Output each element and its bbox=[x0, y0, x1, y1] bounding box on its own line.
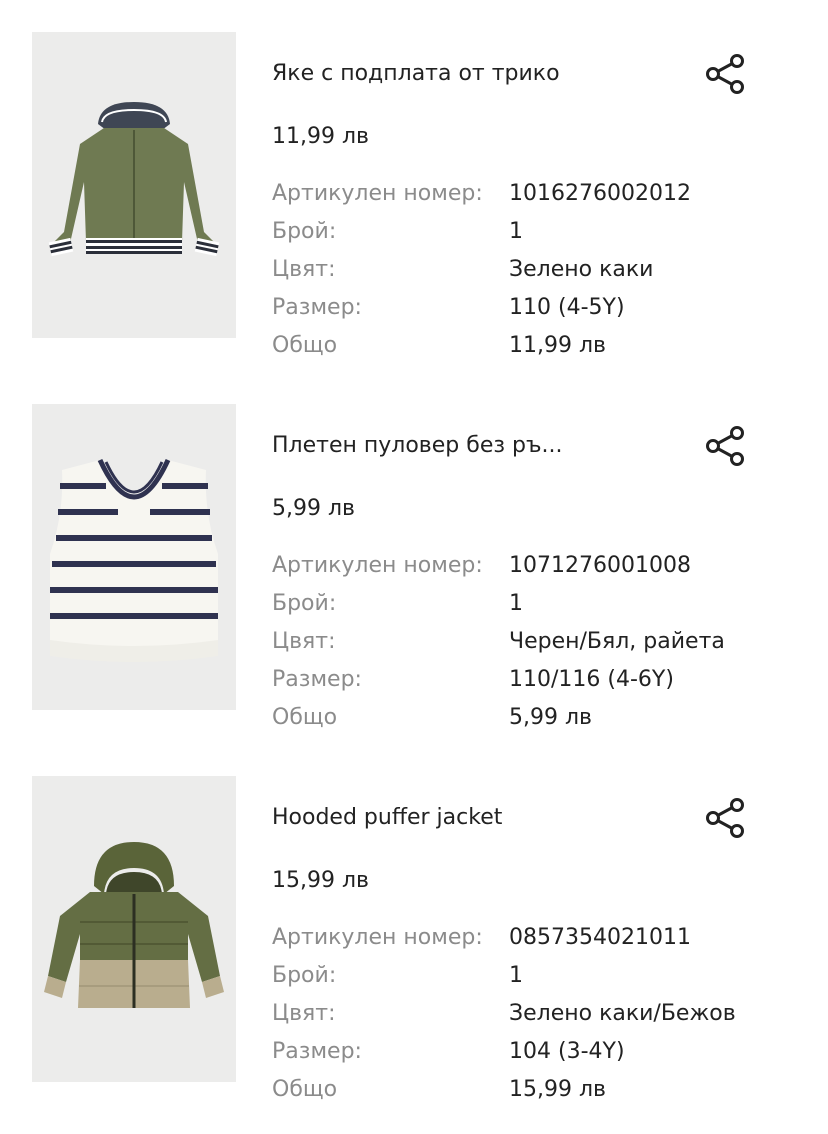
detail-value: 5,99 лв bbox=[509, 705, 593, 730]
product-price: 5,99 лв bbox=[272, 496, 356, 521]
detail-value: 1071276001008 bbox=[509, 553, 691, 578]
detail-row-total: Общо 5,99 лв bbox=[272, 702, 792, 740]
share-button[interactable] bbox=[700, 48, 752, 100]
detail-row-color: Цвят: Зелено каки/Бежов bbox=[272, 998, 792, 1036]
detail-row-quantity: Брой: 1 bbox=[272, 960, 792, 998]
list-item: Яке с подплата от трико 11,99 лв Артикул… bbox=[0, 32, 828, 358]
detail-value: 1 bbox=[509, 591, 523, 616]
list-item: Плетен пуловер без ръ... 5,99 лв Артикул… bbox=[0, 404, 828, 730]
detail-value: 11,99 лв bbox=[509, 333, 607, 358]
order-items-list: Яке с подплата от трико 11,99 лв Артикул… bbox=[0, 0, 828, 1134]
product-image[interactable] bbox=[32, 776, 236, 1082]
detail-row-color: Цвят: Зелено каки bbox=[272, 254, 792, 292]
product-details: Артикулен номер: 1071276001008 Брой: 1 Ц… bbox=[272, 550, 792, 740]
product-details: Артикулен номер: 0857354021011 Брой: 1 Ц… bbox=[272, 922, 792, 1112]
detail-row-size: Размер: 110/116 (4-6Y) bbox=[272, 664, 792, 702]
detail-label: Артикулен номер: bbox=[272, 181, 483, 206]
product-name[interactable]: Hooded puffer jacket bbox=[272, 804, 672, 832]
product-image[interactable] bbox=[32, 404, 236, 710]
puffer-jacket-image bbox=[32, 776, 236, 1082]
detail-label: Брой: bbox=[272, 963, 337, 988]
product-details: Артикулен номер: 1016276002012 Брой: 1 Ц… bbox=[272, 178, 792, 368]
detail-row-total: Общо 11,99 лв bbox=[272, 330, 792, 368]
detail-label: Цвят: bbox=[272, 257, 336, 282]
detail-label: Артикулен номер: bbox=[272, 925, 483, 950]
product-image[interactable] bbox=[32, 32, 236, 338]
detail-row-total: Общо 15,99 лв bbox=[272, 1074, 792, 1112]
list-item: Hooded puffer jacket 15,99 лв Артикулен … bbox=[0, 776, 828, 1102]
detail-row-color: Цвят: Черен/Бял, райета bbox=[272, 626, 792, 664]
detail-label: Общо bbox=[272, 333, 338, 358]
detail-label: Артикулен номер: bbox=[272, 553, 483, 578]
product-price: 11,99 лв bbox=[272, 124, 370, 149]
striped-vest-image bbox=[32, 404, 236, 710]
detail-row-quantity: Брой: 1 bbox=[272, 216, 792, 254]
detail-value: 15,99 лв bbox=[509, 1077, 607, 1102]
detail-value: 1016276002012 bbox=[509, 181, 691, 206]
detail-value: Зелено каки/Бежов bbox=[509, 1001, 736, 1026]
khaki-jacket-image bbox=[32, 32, 236, 338]
share-button[interactable] bbox=[700, 420, 752, 472]
detail-row-article-number: Артикулен номер: 1016276002012 bbox=[272, 178, 792, 216]
detail-value: Черен/Бял, райета bbox=[509, 629, 725, 654]
detail-label: Общо bbox=[272, 705, 338, 730]
detail-value: 1 bbox=[509, 219, 523, 244]
detail-row-article-number: Артикулен номер: 0857354021011 bbox=[272, 922, 792, 960]
share-icon bbox=[706, 54, 744, 94]
detail-label: Общо bbox=[272, 1077, 338, 1102]
detail-row-size: Размер: 104 (3-4Y) bbox=[272, 1036, 792, 1074]
share-button[interactable] bbox=[700, 792, 752, 844]
detail-label: Размер: bbox=[272, 295, 362, 320]
detail-label: Брой: bbox=[272, 219, 337, 244]
product-name[interactable]: Плетен пуловер без ръ... bbox=[272, 432, 672, 460]
detail-label: Цвят: bbox=[272, 1001, 336, 1026]
detail-value: 1 bbox=[509, 963, 523, 988]
detail-value: 110 (4-5Y) bbox=[509, 295, 625, 320]
share-icon bbox=[706, 426, 744, 466]
detail-value: 110/116 (4-6Y) bbox=[509, 667, 674, 692]
detail-value: 104 (3-4Y) bbox=[509, 1039, 625, 1064]
product-price: 15,99 лв bbox=[272, 868, 370, 893]
detail-value: 0857354021011 bbox=[509, 925, 691, 950]
detail-row-quantity: Брой: 1 bbox=[272, 588, 792, 626]
detail-row-article-number: Артикулен номер: 1071276001008 bbox=[272, 550, 792, 588]
share-icon bbox=[706, 798, 744, 838]
detail-label: Размер: bbox=[272, 667, 362, 692]
detail-value: Зелено каки bbox=[509, 257, 654, 282]
detail-label: Размер: bbox=[272, 1039, 362, 1064]
detail-row-size: Размер: 110 (4-5Y) bbox=[272, 292, 792, 330]
detail-label: Брой: bbox=[272, 591, 337, 616]
product-name[interactable]: Яке с подплата от трико bbox=[272, 60, 672, 88]
detail-label: Цвят: bbox=[272, 629, 336, 654]
